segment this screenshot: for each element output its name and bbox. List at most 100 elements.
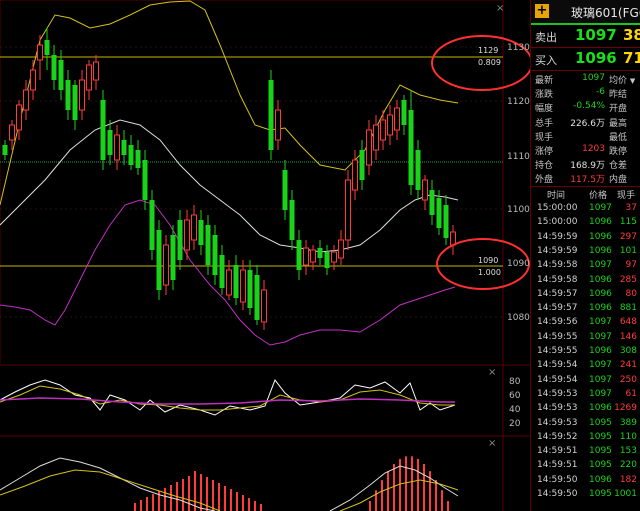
quote-value: 168.9万 — [570, 161, 605, 172]
candle-body — [422, 179, 428, 201]
quote-value: -6 — [596, 87, 605, 98]
tick-price: 1097 — [589, 388, 612, 399]
candle-body — [345, 179, 351, 241]
tick-row[interactable]: 14:59:58 1097 97 — [531, 259, 640, 272]
candle-body — [408, 110, 414, 185]
bid-volume: 71 — [623, 49, 640, 67]
quote-panel: + 玻璃601(FG60 卖出 1097 384 买入 1096 71 最新 10… — [530, 0, 640, 511]
candle-body — [443, 205, 449, 238]
kline-chart[interactable]: 1129 0.809 1090 1.000 1130 1120 1110 110… — [0, 0, 530, 511]
quote-key: 总手 — [535, 118, 554, 129]
tick-volume: 61 — [625, 388, 637, 399]
dropdown-arrow-icon[interactable]: ▼ — [630, 77, 635, 85]
tick-row[interactable]: 14:59:58 1096 285 — [531, 274, 640, 287]
candle-body — [191, 214, 197, 241]
tick-row[interactable]: 14:59:55 1097 146 — [531, 331, 640, 344]
quote-key: 持仓 — [535, 161, 554, 172]
tick-row[interactable]: 15:00:00 1096 115 — [531, 216, 640, 229]
candle-body — [135, 150, 141, 168]
candle-body — [450, 231, 456, 246]
tick-time: 14:59:55 — [537, 346, 578, 356]
tick-row[interactable]: 14:59:57 1096 80 — [531, 288, 640, 301]
tick-time: 14:59:54 — [537, 374, 578, 385]
add-icon[interactable]: + — [535, 4, 549, 18]
candle-body — [226, 269, 232, 296]
sub-panel-1-close-icon[interactable]: × — [488, 367, 496, 378]
tick-row[interactable]: 14:59:51 1095 153 — [531, 445, 640, 458]
candle-body — [254, 275, 260, 320]
tick-volume: 97 — [625, 260, 637, 271]
quote-key: 幅度 — [535, 104, 554, 115]
tick-row[interactable]: 14:59:53 1097 61 — [531, 388, 640, 401]
candle-body — [30, 69, 36, 91]
ask-row[interactable]: 卖出 1097 384 — [531, 25, 640, 47]
tick-row[interactable]: 14:59:51 1095 220 — [531, 459, 640, 472]
tick-row[interactable]: 14:59:50 1095 1001 — [531, 488, 640, 501]
quote-row: 幅度 -0.54% 开盘 — [531, 100, 640, 115]
kdj-axis-label: 20 — [509, 419, 521, 429]
sub-panel-2-close-icon[interactable]: × — [488, 438, 496, 449]
quote-header: + 玻璃601(FG60 — [531, 0, 640, 24]
tick-price: 1096 — [589, 288, 612, 299]
tick-time: 14:59:53 — [537, 403, 578, 414]
price-axis-label: 1130 — [507, 43, 530, 53]
tick-row[interactable]: 14:59:53 1096 1269 — [531, 402, 640, 415]
tick-time: 14:59:52 — [537, 431, 578, 442]
kdj-j-line — [0, 397, 455, 405]
tick-volume: 37 — [625, 203, 637, 213]
quote-value: 117.5万 — [570, 175, 605, 186]
quote-value: 1203 — [582, 144, 605, 154]
quote-key: 涨停 — [535, 147, 554, 157]
ask-price: 1097 — [575, 26, 617, 44]
tick-price: 1095 — [589, 446, 612, 457]
tick-row[interactable]: 14:59:54 1097 250 — [531, 374, 640, 387]
tick-price: 1097 — [589, 360, 612, 371]
tick-row[interactable]: 14:59:57 1096 881 — [531, 302, 640, 315]
quote-row: 涨跌 -6 昨结 — [531, 86, 640, 101]
tick-time: 15:00:00 — [537, 203, 578, 213]
candle-body — [198, 220, 204, 245]
quote-key: 涨跌 — [535, 90, 554, 101]
tick-row[interactable]: 14:59:59 1096 101 — [531, 245, 640, 258]
tick-volume: 250 — [619, 374, 637, 385]
quote-key-2: 昨结 — [609, 90, 628, 101]
candle-body — [268, 80, 274, 150]
candle-body — [2, 145, 8, 155]
ask-label: 卖出 — [535, 31, 557, 44]
tick-row[interactable]: 14:59:53 1095 389 — [531, 417, 640, 430]
candle-body — [100, 100, 106, 160]
tick-row[interactable]: 14:59:54 1097 241 — [531, 359, 640, 372]
main-panel-close-icon[interactable]: × — [496, 3, 504, 14]
tick-time: 14:59:53 — [537, 417, 578, 428]
tick-row[interactable]: 14:59:59 1096 297 — [531, 231, 640, 244]
candle-body — [275, 109, 281, 141]
candle-body — [107, 130, 113, 155]
candle-body — [184, 219, 190, 251]
quote-value: 1097 — [582, 73, 605, 83]
candle-body — [212, 235, 218, 275]
tick-volume: 1269 — [614, 403, 637, 414]
tick-time: 14:59:59 — [537, 245, 578, 256]
tick-price: 1097 — [589, 374, 612, 385]
tick-time: 14:59:56 — [537, 317, 578, 328]
candle-body — [310, 249, 316, 263]
candle-body — [289, 200, 295, 240]
tick-row[interactable]: 14:59:50 1096 182 — [531, 474, 640, 487]
kdj-axis-label: 40 — [509, 405, 521, 415]
bid-row[interactable]: 买入 1096 71 — [531, 48, 640, 70]
candle-body — [149, 200, 155, 250]
tick-row[interactable]: 14:59:55 1096 308 — [531, 345, 640, 358]
candle-body — [436, 198, 442, 228]
candle-body — [44, 40, 50, 55]
tick-row[interactable]: 15:00:00 1097 37 — [531, 202, 640, 215]
ticks-header: 时间 价格 现手 — [531, 187, 640, 201]
candle-body — [352, 159, 358, 191]
tick-volume: 297 — [619, 231, 637, 242]
ticks-header-volume: 现手 — [617, 191, 636, 201]
tick-row[interactable]: 14:59:52 1095 110 — [531, 431, 640, 444]
price-axis-label: 1100 — [507, 205, 530, 215]
candle-body — [205, 225, 211, 265]
tick-volume: 110 — [619, 431, 637, 442]
tick-row[interactable]: 14:59:56 1097 648 — [531, 316, 640, 329]
quote-row: 现手 最低 — [531, 129, 640, 143]
